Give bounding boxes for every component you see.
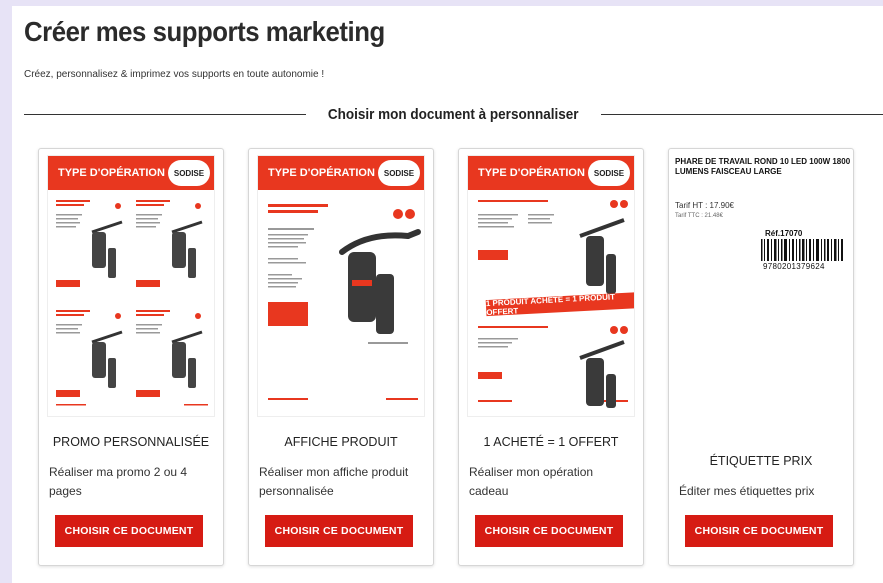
thumb-header-label: TYPE D'OPÉRATION (268, 167, 375, 179)
choose-document-button[interactable]: CHOISIR CE DOCUMENT (685, 515, 833, 547)
choose-document-button[interactable]: CHOISIR CE DOCUMENT (475, 515, 623, 547)
label-reference: Réf.17070 (765, 229, 803, 238)
thumb-header-label: TYPE D'OPÉRATION (478, 167, 585, 179)
page-subtitle: Créez, personnalisez & imprimez vos supp… (24, 69, 325, 80)
card-title: 1 ACHETÉ = 1 OFFERT (483, 435, 619, 449)
divider-line-right (600, 113, 883, 115)
card-description: Réaliser ma promo 2 ou 4 pages (49, 465, 188, 498)
thumb-header-label: TYPE D'OPÉRATION (58, 167, 165, 179)
brand-logo: SODISE (588, 160, 630, 186)
brand-logo: SODISE (378, 160, 420, 186)
card-thumbnail: TYPE D'OPÉRATION SODISE (257, 155, 425, 417)
section-title: Choisir mon document à personnaliser (328, 105, 579, 123)
card-thumbnail: TYPE D'OPÉRATION SODISE (467, 155, 635, 417)
card-title: ÉTIQUETTE PRIX (709, 454, 813, 468)
card-promo-personnalisee[interactable]: TYPE D'OPÉRATION SODISE PROMO PERSONNALI… (38, 148, 224, 566)
card-thumbnail: TYPE D'OPÉRATION SODISE (47, 155, 215, 417)
promo-pages-preview (54, 196, 210, 410)
affiche-preview (268, 204, 421, 400)
divider-line-left (24, 113, 307, 115)
card-description: Éditer mes étiquettes prix (679, 484, 815, 498)
barcode-icon (761, 239, 843, 261)
thumb-header: TYPE D'OPÉRATION SODISE (468, 156, 634, 190)
card-etiquette-prix[interactable]: PHARE DE TRAVAIL ROND 10 LED 100W 1800 L… (668, 148, 854, 566)
card-description: Réaliser mon opération cadeau (469, 465, 594, 498)
card-description: Réaliser mon affiche produit personnalis… (259, 465, 409, 498)
label-price-ht: Tarif HT : 17.90€ (675, 201, 734, 210)
choose-document-button[interactable]: CHOISIR CE DOCUMENT (265, 515, 413, 547)
card-1-achete-1-offert[interactable]: TYPE D'OPÉRATION SODISE 1 PRODUIT ACHETÉ… (458, 148, 644, 566)
label-product-title: PHARE DE TRAVAIL ROND 10 LED 100W 1800 L… (675, 157, 851, 176)
thumb-header: TYPE D'OPÉRATION SODISE (48, 156, 214, 190)
card-affiche-produit[interactable]: TYPE D'OPÉRATION SODISE AFFICHE PRODUIT … (248, 148, 434, 566)
card-title: PROMO PERSONNALISÉE (52, 435, 210, 449)
barcode-number: 9780201379624 (763, 262, 825, 271)
thumb-header: TYPE D'OPÉRATION SODISE (258, 156, 424, 190)
card-title: AFFICHE PRODUIT (284, 435, 398, 449)
brand-logo: SODISE (168, 160, 210, 186)
section-divider: Choisir mon document à personnaliser (24, 103, 883, 125)
label-price-ttc: Tarif TTC : 21.48€ (675, 213, 723, 219)
choose-document-button[interactable]: CHOISIR CE DOCUMENT (55, 515, 203, 547)
page-title: Créer mes supports marketing (24, 16, 385, 47)
page: Créer mes supports marketing Créez, pers… (12, 6, 883, 583)
